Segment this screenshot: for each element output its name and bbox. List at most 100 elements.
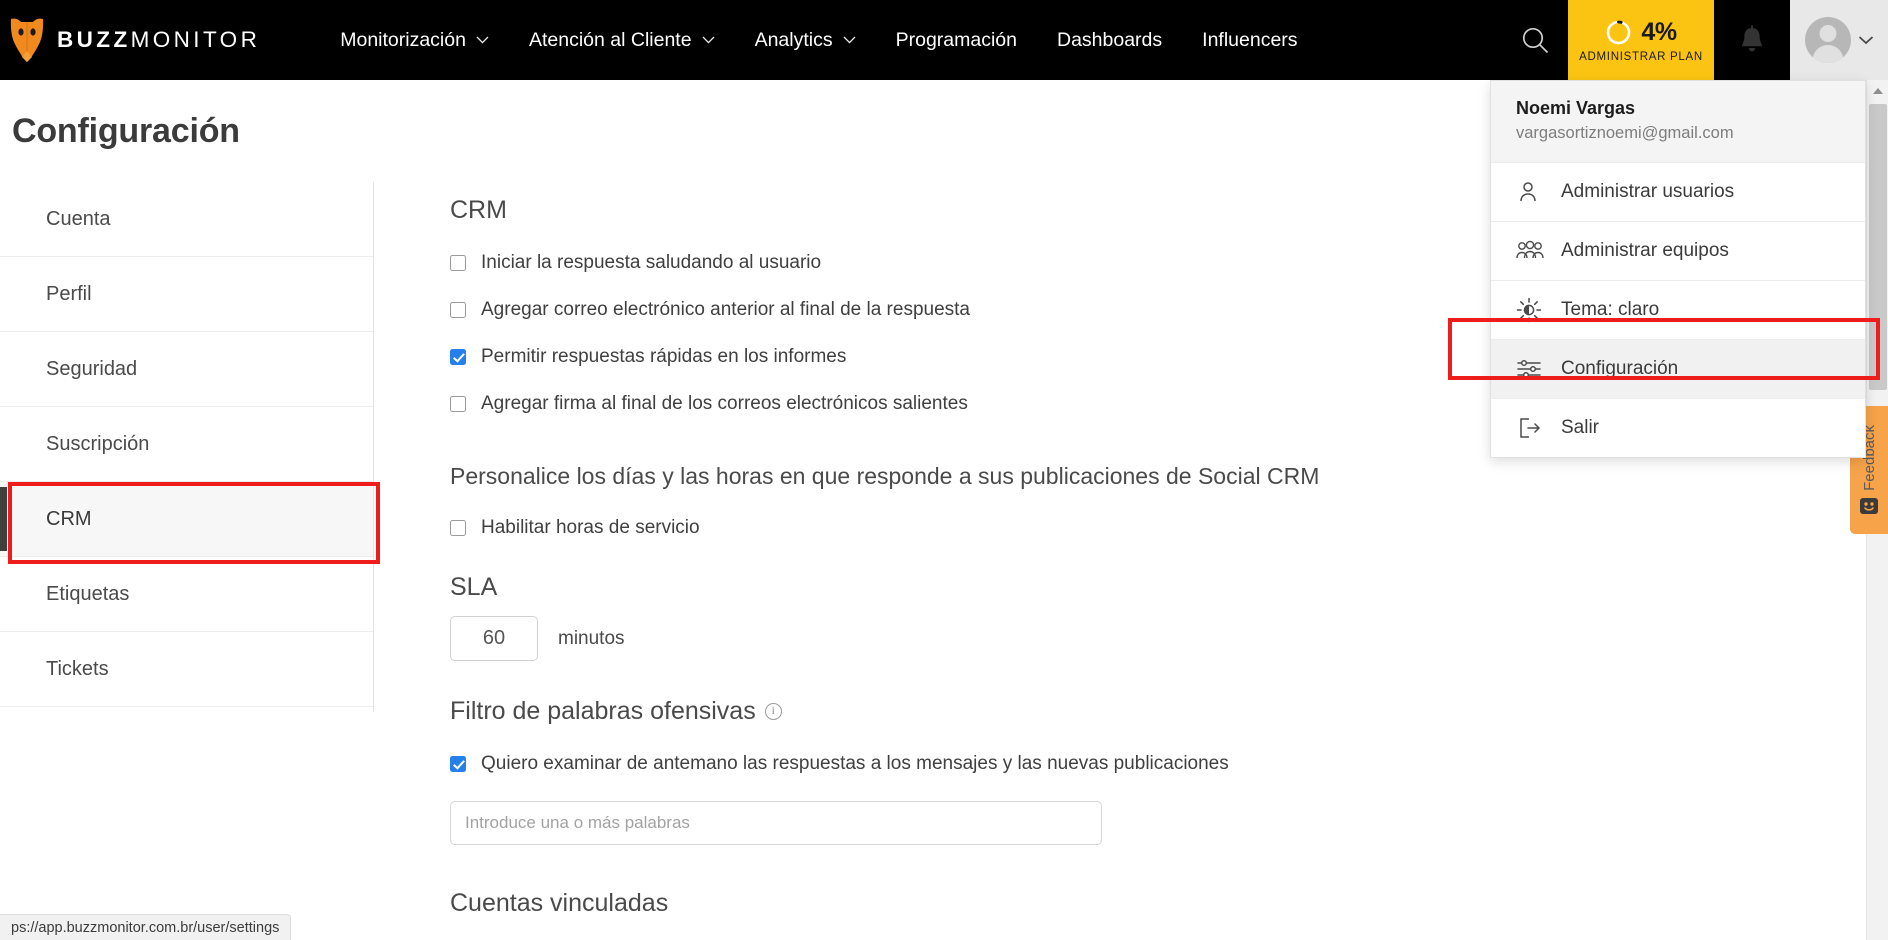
brand-light: MONITOR [130, 27, 261, 52]
sidebar-item-label: Seguridad [46, 357, 138, 380]
plan-badge-label: ADMINISTRAR PLAN [1579, 50, 1703, 63]
filter-option-review[interactable]: Quiero examinar de antemano las respuest… [450, 740, 1610, 787]
scrollbar-up-arrow[interactable] [1867, 80, 1888, 102]
sla-unit-label: minutos [558, 627, 625, 649]
checkbox-label: Agregar correo electrónico anterior al f… [481, 298, 970, 320]
dropdown-item-label: Administrar equipos [1561, 240, 1729, 261]
browser-status-bar: ps://app.buzzmonitor.com.br/user/setting… [0, 914, 292, 940]
checkbox-review-beforehand[interactable] [450, 755, 466, 772]
avatar-body [1812, 45, 1843, 63]
sidebar-item-crm[interactable]: CRM [0, 482, 373, 557]
sidebar-item-etiquetas[interactable]: Etiquetas [0, 557, 373, 632]
checkbox-label: Quiero examinar de antemano las respuest… [481, 752, 1229, 774]
main-nav-items: Monitorización Atención al Cliente Analy… [320, 0, 1317, 80]
checkbox-signature[interactable] [450, 395, 466, 412]
sidebar-item-cuenta[interactable]: Cuenta [0, 182, 373, 257]
checkbox-business-hours[interactable] [450, 519, 466, 536]
sidebar-item-label: CRM [46, 507, 92, 530]
checkbox-greeting[interactable] [450, 254, 466, 271]
offensive-words-input[interactable] [450, 801, 1102, 845]
status-url: ps://app.buzzmonitor.com.br/user/setting… [11, 919, 280, 936]
user-menu-button[interactable] [1790, 0, 1888, 80]
settings-sidebar: Cuenta Perfil Seguridad Suscripción CRM … [0, 182, 374, 712]
dropdown-item-salir[interactable]: Salir [1491, 398, 1865, 457]
dropdown-item-label: Tema: claro [1561, 299, 1660, 320]
triangle-up-icon [1872, 88, 1883, 94]
dropdown-item-configuracion[interactable]: Configuración [1491, 339, 1865, 398]
sidebar-item-label: Etiquetas [46, 582, 130, 605]
sla-row: minutos [450, 616, 1610, 661]
checkbox-label: Permitir respuestas rápidas en los infor… [481, 345, 847, 367]
dropdown-user-header: Noemi Vargas vargasortiznoemi@gmail.com [1491, 81, 1865, 162]
sidebar-item-tickets[interactable]: Tickets [0, 632, 373, 707]
sidebar-item-suscripcion[interactable]: Suscripción [0, 407, 373, 482]
nav-label: Monitorización [340, 28, 466, 51]
sliders-icon [1516, 356, 1546, 382]
dropdown-item-label: Administrar usuarios [1561, 181, 1735, 202]
notifications-button[interactable] [1714, 0, 1790, 80]
schedule-option-business-hours[interactable]: Habilitar horas de servicio [450, 504, 1610, 551]
dropdown-item-administrar-usuarios[interactable]: Administrar usuarios [1491, 162, 1865, 221]
crm-settings-panel: CRM Iniciar la respuesta saludando al us… [450, 196, 1610, 940]
schedule-section-title: Personalice los días y las horas en que … [450, 463, 1320, 489]
page-title: Configuración [12, 112, 240, 150]
app-root: BUZZMONITOR Monitorización Atención al C… [0, 0, 1888, 940]
plan-progress-ring-icon [1607, 20, 1631, 44]
crm-section-title: CRM [450, 196, 507, 224]
crm-option-greeting[interactable]: Iniciar la respuesta saludando al usuari… [450, 239, 1610, 286]
sla-section-title: SLA [450, 573, 498, 601]
checkbox-label: Iniciar la respuesta saludando al usuari… [481, 251, 822, 273]
offensive-filter-title-row: Filtro de palabras ofensivas i [450, 697, 1610, 726]
nav-label: Programación [895, 28, 1017, 51]
nav-label: Analytics [754, 28, 833, 51]
nav-item-dashboards[interactable]: Dashboards [1037, 0, 1182, 80]
dropdown-item-label: Salir [1561, 417, 1600, 438]
plan-percent: 4% [1641, 17, 1677, 46]
crm-option-signature[interactable]: Agregar firma al final de los correos el… [450, 380, 1610, 427]
chevron-down-icon [843, 36, 856, 44]
sidebar-item-perfil[interactable]: Perfil [0, 257, 373, 332]
search-button[interactable] [1502, 0, 1568, 80]
nav-item-monitorizacion[interactable]: Monitorización [320, 0, 509, 80]
nav-label: Dashboards [1057, 28, 1163, 51]
chevron-down-icon [1858, 36, 1873, 45]
info-icon[interactable]: i [764, 703, 782, 720]
user-dropdown-menu: Noemi Vargas vargasortiznoemi@gmail.com … [1490, 80, 1866, 458]
nav-item-programacion[interactable]: Programación [876, 0, 1037, 80]
offensive-filter-title: Filtro de palabras ofensivas [450, 697, 756, 725]
nav-label: Influencers [1202, 28, 1298, 51]
checkbox-previous-email[interactable] [450, 301, 466, 318]
smiley-icon [1860, 498, 1878, 515]
sidebar-item-seguridad[interactable]: Seguridad [0, 332, 373, 407]
bell-icon [1742, 25, 1762, 52]
nav-item-influencers[interactable]: Influencers [1182, 0, 1317, 80]
crm-option-quick-replies[interactable]: Permitir respuestas rápidas en los infor… [450, 333, 1610, 380]
crm-option-previous-email[interactable]: Agregar correo electrónico anterior al f… [450, 286, 1610, 333]
dropdown-item-tema-claro[interactable]: Tema: claro [1491, 280, 1865, 339]
avatar-head [1819, 25, 1836, 42]
nav-label: Atención al Cliente [528, 28, 692, 51]
logout-icon [1516, 415, 1546, 441]
chevron-down-icon [476, 36, 489, 44]
dropdown-item-label: Configuración [1561, 358, 1679, 379]
plan-badge-button[interactable]: 4% ADMINISTRAR PLAN [1568, 0, 1714, 80]
search-icon [1522, 27, 1548, 53]
sidebar-item-label: Suscripción [46, 432, 150, 455]
dropdown-item-administrar-equipos[interactable]: Administrar equipos [1491, 221, 1865, 280]
scrollbar-thumb[interactable] [1869, 104, 1887, 390]
checkbox-quick-replies[interactable] [450, 348, 466, 365]
checkbox-label: Habilitar horas de servicio [481, 516, 700, 538]
brand-logo[interactable]: BUZZMONITOR [0, 0, 278, 80]
nav-item-analytics[interactable]: Analytics [735, 0, 876, 80]
nav-item-atencion-al-cliente[interactable]: Atención al Cliente [509, 0, 735, 80]
sidebar-item-label: Tickets [46, 657, 109, 680]
sla-minutes-input[interactable] [450, 616, 538, 661]
dropdown-user-email: vargasortiznoemi@gmail.com [1516, 124, 1734, 142]
avatar [1804, 17, 1851, 63]
dropdown-user-name: Noemi Vargas [1516, 98, 1636, 118]
users-group-icon [1516, 238, 1546, 264]
